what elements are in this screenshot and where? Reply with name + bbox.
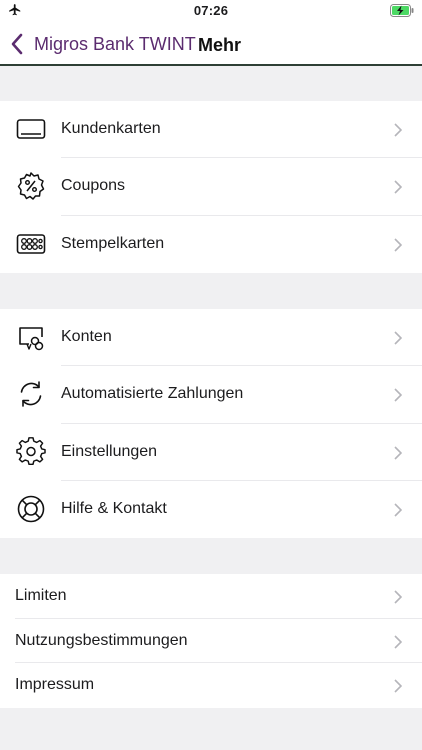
row-label: Impressum <box>15 676 95 694</box>
chevron-right-icon <box>394 503 402 517</box>
chevron-left-icon <box>11 33 23 55</box>
row-label: Einstellungen <box>61 442 158 460</box>
row-kundenkarten[interactable]: Kundenkarten <box>0 101 422 159</box>
percent-badge-icon <box>17 172 45 201</box>
row-limiten[interactable]: Limiten <box>0 574 422 619</box>
row-label: Hilfe & Kontakt <box>61 499 167 517</box>
section-legal: Limiten Nutzungsbestimmungen Impressum <box>0 574 422 709</box>
row-label: Nutzungsbestimmungen <box>15 631 188 649</box>
chevron-right-icon <box>394 123 402 137</box>
section-account: Konten Automatisierte Zahlungen Einstell… <box>0 309 422 539</box>
lifebuoy-icon <box>17 495 45 523</box>
accounts-icon <box>19 327 44 351</box>
gear-icon <box>16 436 46 465</box>
navigation-bar: Migros Bank TWINT Mehr <box>0 22 422 66</box>
chevron-right-icon <box>394 180 402 194</box>
chevron-right-icon <box>394 331 402 345</box>
row-label: Limiten <box>15 587 67 604</box>
page-title: Mehr <box>198 35 242 55</box>
chevron-right-icon <box>394 635 402 649</box>
row-label: Automatisierte Zahlungen <box>61 385 244 403</box>
row-hilfe-kontakt[interactable]: Hilfe & Kontakt <box>0 481 422 538</box>
row-coupons[interactable]: Coupons <box>0 158 422 216</box>
row-stempelkarten[interactable]: Stempelkarten <box>0 216 422 273</box>
refresh-icon <box>20 381 42 408</box>
chevron-right-icon <box>394 590 402 604</box>
row-nutzungsbestimmungen[interactable]: Nutzungsbestimmungen <box>0 619 422 664</box>
card-icon <box>16 119 46 139</box>
row-label: Coupons <box>61 177 126 195</box>
row-automatisierte-zahlungen[interactable]: Automatisierte Zahlungen <box>0 366 422 424</box>
chevron-right-icon <box>394 446 402 460</box>
battery-charging-icon <box>390 4 414 17</box>
chevron-right-icon <box>394 238 402 252</box>
chevron-right-icon <box>394 679 402 693</box>
status-bar: 07:26 <box>0 0 422 22</box>
stamp-card-icon <box>16 233 46 254</box>
row-label: Konten <box>61 328 112 345</box>
status-time: 07:26 <box>193 3 229 18</box>
row-einstellungen[interactable]: Einstellungen <box>0 424 422 481</box>
row-impressum[interactable]: Impressum <box>0 663 422 708</box>
chevron-right-icon <box>394 388 402 402</box>
section-loyalty: Kundenkarten Coupons Stempelkarten <box>0 101 422 273</box>
row-label: Stempelkarten <box>61 234 165 252</box>
row-konten[interactable]: Konten <box>0 309 422 367</box>
back-label: Migros Bank TWINT <box>34 33 196 54</box>
back-button[interactable]: Migros Bank TWINT <box>10 31 196 57</box>
row-label: Kundenkarten <box>61 120 161 137</box>
